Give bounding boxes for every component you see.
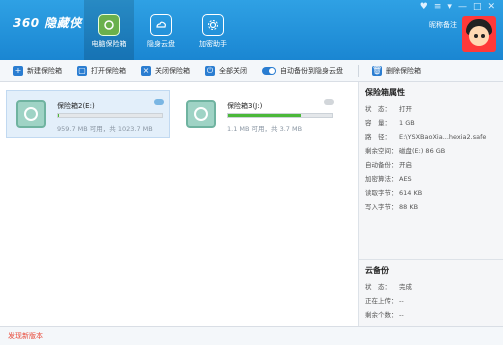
property-value: 磁盘(E:) 86 GB (399, 147, 446, 155)
minimize-button[interactable]: — (458, 2, 467, 12)
button-label: 关闭保险箱 (155, 66, 190, 75)
close-button[interactable]: ✕ (487, 2, 495, 12)
nav-encrypt-assistant[interactable]: 加密助手 (188, 0, 238, 60)
close-all-button[interactable]: ⏻ 全部关闭 (205, 65, 247, 76)
property-value: 打开 (399, 105, 412, 113)
safe-name: 保险箱3(J:) (227, 102, 263, 110)
safe-name: 保险箱2(E:) (57, 102, 95, 110)
cloud-icon (150, 14, 172, 36)
property-key: 读取字节： (365, 189, 398, 197)
power-icon: ⏻ (205, 65, 215, 76)
button-label: 删除保险箱 (386, 66, 421, 75)
properties-panel: 保险箱属性 状 态： 打开 容 量： 1 GB 路 径： E:\YSXBaoXia..… (358, 82, 503, 326)
property-key: 自动备份： (365, 161, 398, 169)
menu-icon[interactable]: ≡ (434, 2, 442, 12)
new-safe-button[interactable]: + 新建保险箱 (13, 65, 62, 76)
property-row: 写入字节： 88 KB (365, 200, 497, 214)
avatar[interactable] (462, 16, 496, 52)
property-value: 88 KB (399, 203, 419, 211)
safe-capacity: 959.7 MB 可用，共 1023.7 MB (57, 125, 153, 133)
safe-capacity: 1.1 MB 可用，共 3.7 MB (227, 125, 303, 133)
property-key: 容 量： (365, 119, 391, 127)
close-icon: × (141, 65, 151, 76)
cloud-sync-icon (324, 99, 334, 105)
close-safe-button[interactable]: × 关闭保险箱 (141, 65, 190, 76)
title-bar: 360 隐藏侠 电脑保险箱 隐身云盘 加密助手 ♥ ≡ ▾ — □ ✕ 昵称备注 (0, 0, 503, 60)
auto-backup-toggle[interactable]: 自动备份到隐身云盘 (262, 66, 343, 76)
property-row: 自动备份： 开启 (365, 158, 497, 172)
avatar-eye (481, 34, 485, 38)
button-label: 打开保险箱 (91, 66, 126, 75)
trash-icon: 🗑 (371, 65, 383, 76)
property-row: 路 径： E:\YSXBaoXia...hexia2.safe (365, 130, 497, 144)
nav-label: 隐身云盘 (147, 40, 175, 48)
button-label: 全部关闭 (219, 66, 247, 75)
property-value: AES (399, 175, 412, 183)
property-value: 614 KB (399, 189, 423, 197)
toolbar: + 新建保险箱 ▢ 打开保险箱 × 关闭保险箱 ⏻ 全部关闭 自动备份到隐身云盘… (0, 60, 503, 82)
avatar-face (469, 26, 489, 46)
property-key: 状 态： (365, 283, 391, 291)
property-key: 写入字节： (365, 203, 398, 211)
toggle-icon (262, 66, 276, 75)
property-key: 路 径： (365, 133, 391, 141)
delete-safe-button[interactable]: 🗑 删除保险箱 (371, 65, 421, 76)
property-key: 状 态： (365, 105, 391, 113)
nav-label: 电脑保险箱 (91, 40, 127, 48)
new-version-link[interactable]: 发现新版本 (8, 331, 43, 341)
logo-text: 360 隐藏侠 (13, 16, 82, 30)
cloud-backup-section: 云备份 状 态： 完成 正在上传： -- 剩余个数： -- (359, 259, 503, 326)
button-label: 自动备份到隐身云盘 (280, 66, 343, 75)
user-name[interactable]: 昵称备注 (429, 20, 457, 30)
property-key: 剩余空间： (365, 147, 398, 155)
property-value: -- (399, 297, 404, 305)
open-safe-button[interactable]: ▢ 打开保险箱 (77, 65, 126, 76)
app-logo: 360 隐藏侠 (13, 14, 82, 31)
property-value: 1 GB (399, 119, 415, 127)
plus-icon: + (13, 65, 23, 76)
nav-cloud-disk[interactable]: 隐身云盘 (136, 0, 186, 60)
window-controls: ♥ ≡ ▾ — □ ✕ (420, 2, 495, 12)
property-key: 正在上传： (365, 297, 398, 305)
capacity-fill (58, 114, 60, 117)
property-row: 正在上传： -- (365, 294, 498, 308)
property-row: 状 态： 完成 (365, 280, 498, 294)
capacity-fill (228, 114, 301, 117)
property-value: E:\YSXBaoXia...hexia2.safe (399, 133, 487, 141)
safe-icon (186, 100, 216, 128)
property-row: 状 态： 打开 (365, 102, 497, 116)
open-icon: ▢ (77, 65, 87, 76)
property-row: 容 量： 1 GB (365, 116, 497, 130)
property-row: 读取字节： 614 KB (365, 186, 497, 200)
favorite-icon[interactable]: ♥ (420, 2, 428, 12)
safe-list: 保险箱2(E:) 959.7 MB 可用，共 1023.7 MB 保险箱3(J:… (0, 82, 358, 326)
toolbar-divider (358, 64, 359, 77)
property-row: 剩余个数： -- (365, 308, 498, 322)
maximize-button[interactable]: □ (473, 2, 482, 12)
property-value: -- (399, 311, 404, 319)
property-row: 剩余空间： 磁盘(E:) 86 GB (365, 144, 497, 158)
property-row: 加密算法： AES (365, 172, 497, 186)
safe-item[interactable]: 保险箱3(J:) 1.1 MB 可用，共 3.7 MB (176, 90, 340, 138)
capacity-bar (57, 113, 163, 118)
safe-icon (98, 14, 120, 36)
avatar-eye (474, 34, 478, 38)
property-key: 剩余个数： (365, 311, 398, 319)
dropdown-icon[interactable]: ▾ (447, 2, 452, 12)
safe-icon (16, 100, 46, 128)
capacity-bar (227, 113, 333, 118)
nav-label: 加密助手 (199, 40, 227, 48)
nav-computer-safe[interactable]: 电脑保险箱 (84, 0, 134, 60)
property-value: 开启 (399, 161, 412, 169)
cloud-backup-title: 云备份 (365, 266, 389, 275)
status-bar: 发现新版本 (0, 326, 503, 345)
safe-item[interactable]: 保险箱2(E:) 959.7 MB 可用，共 1023.7 MB (6, 90, 170, 138)
cloud-sync-icon (154, 99, 164, 105)
property-key: 加密算法： (365, 175, 398, 183)
property-value: 完成 (399, 283, 412, 291)
gear-icon (202, 14, 224, 36)
properties-title: 保险箱属性 (365, 88, 405, 97)
button-label: 新建保险箱 (27, 66, 62, 75)
